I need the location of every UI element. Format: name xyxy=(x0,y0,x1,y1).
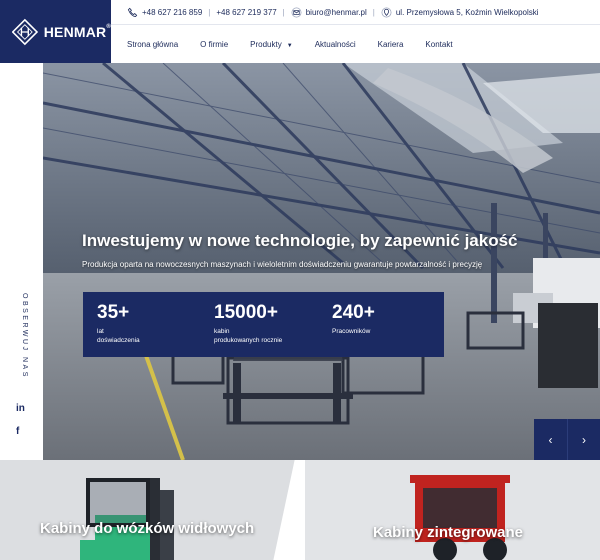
main-nav: Strona główna O firmie Produkty ▼ Aktualn… xyxy=(111,25,600,63)
category-card-label: Kabiny zintegrowane xyxy=(373,524,524,541)
nav-item-products-label: Produkty xyxy=(250,39,282,49)
category-card-label: Kabiny do wózków widłowych xyxy=(40,520,255,537)
contact-bar: +48 627 216 859 | +48 627 219 377 | biur… xyxy=(111,0,600,25)
phone-link-2[interactable]: +48 627 219 377 xyxy=(216,8,276,17)
chevron-left-icon[interactable]: ‹ xyxy=(534,419,567,460)
chevron-down-icon: ▼ xyxy=(286,42,293,49)
category-cards: Kabiny do wózków widłowych Kabiny zinteg… xyxy=(0,460,600,560)
facebook-icon[interactable]: f xyxy=(16,426,19,437)
nav-item-contact[interactable]: Kontakt xyxy=(425,40,452,49)
phone-icon xyxy=(127,7,138,17)
nav-item-products[interactable]: Produkty ▼ xyxy=(250,40,293,49)
integrated-cabin-image xyxy=(305,460,600,560)
nav-item-home[interactable]: Strona główna xyxy=(127,40,178,49)
logo[interactable]: HENMAR® xyxy=(0,0,111,63)
stat-value: 240+ xyxy=(332,302,375,323)
slider-controls: ‹ › xyxy=(534,419,600,460)
stat-cabins: 15000+ kabin produkowanych rocznie xyxy=(214,302,282,345)
location-pin-icon xyxy=(381,7,392,17)
stat-label: kabin produkowanych rocznie xyxy=(214,328,283,344)
nav-item-news[interactable]: Aktualności xyxy=(315,40,356,49)
separator: | xyxy=(208,7,211,17)
nav-item-about[interactable]: O firmie xyxy=(200,40,228,49)
phone-link-1[interactable]: +48 627 216 859 xyxy=(142,8,202,17)
separator: | xyxy=(282,7,285,17)
stat-value: 15000+ xyxy=(214,302,278,323)
stat-label: Pracowników xyxy=(332,328,371,335)
social-rail: OBSERWUJ NAS in f xyxy=(0,63,43,460)
category-card-integrated[interactable]: Kabiny zintegrowane xyxy=(305,460,600,560)
hero-title: Inwestujemy w nowe technologie, by zapew… xyxy=(82,231,518,250)
follow-us-label: OBSERWUJ NAS xyxy=(21,293,28,379)
stat-experience: 35+ lat doświadczenia xyxy=(97,302,140,345)
brand-name: HENMAR® xyxy=(43,23,111,40)
address-text: ul. Przemysłowa 5, Koźmin Wielkopolski xyxy=(395,7,539,17)
category-card-forklift[interactable]: Kabiny do wózków widłowych xyxy=(0,460,295,560)
hero-slider: Inwestujemy w nowe technologie, by zapew… xyxy=(43,63,600,460)
linkedin-icon[interactable]: in xyxy=(16,403,25,414)
forklift-image xyxy=(0,460,295,560)
email-icon xyxy=(291,7,302,17)
email-link[interactable]: biuro@henmar.pl xyxy=(306,8,367,17)
chevron-right-icon[interactable]: › xyxy=(567,419,600,460)
stat-label: lat doświadczenia xyxy=(97,328,140,344)
stats-box: 35+ lat doświadczenia 15000+ kabin produko… xyxy=(83,292,444,357)
stat-employees: 240+ Pracowników xyxy=(332,302,375,336)
stat-value: 35+ xyxy=(97,302,130,323)
separator: | xyxy=(372,7,375,17)
hero-subtitle: Produkcja oparta na nowoczesnych maszyna… xyxy=(82,260,483,269)
nav-item-career[interactable]: Kariera xyxy=(378,40,404,49)
henmar-logo-icon xyxy=(12,18,38,45)
